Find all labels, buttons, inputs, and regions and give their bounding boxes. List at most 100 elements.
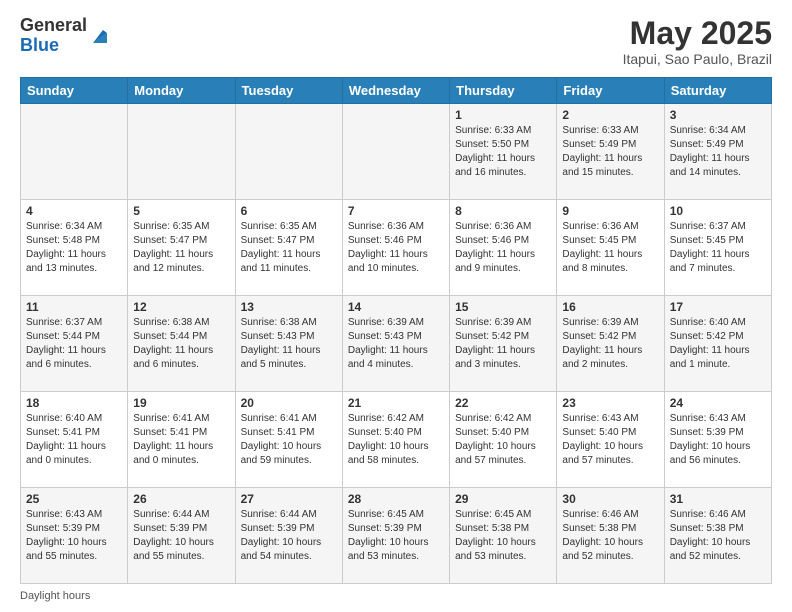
calendar-table: SundayMondayTuesdayWednesdayThursdayFrid… [20, 77, 772, 584]
logo-general: General Blue [20, 16, 87, 56]
day-number: 19 [133, 396, 229, 410]
calendar-cell: 15 Sunrise: 6:39 AM Sunset: 5:42 PM Dayli… [450, 296, 557, 392]
calendar-week-row: 18 Sunrise: 6:40 AM Sunset: 5:41 PM Dayli… [21, 392, 772, 488]
calendar-cell [21, 104, 128, 200]
day-info: Sunrise: 6:39 AM Sunset: 5:43 PM Dayligh… [348, 316, 444, 372]
calendar-cell: 2 Sunrise: 6:33 AM Sunset: 5:49 PM Daylig… [557, 104, 664, 200]
calendar-cell: 30Sunrise: 6:46 AM Sunset: 5:38 PM Dayli… [557, 488, 664, 584]
calendar-header-cell: Saturday [664, 78, 771, 104]
calendar-cell: 5 Sunrise: 6:35 AM Sunset: 5:47 PM Daylig… [128, 200, 235, 296]
day-number: 1 [455, 108, 551, 122]
calendar-cell: 11 Sunrise: 6:37 AM Sunset: 5:44 PM Dayli… [21, 296, 128, 392]
day-info: Sunrise: 6:38 AM Sunset: 5:43 PM Dayligh… [241, 316, 337, 372]
day-info: Sunrise: 6:36 AM Sunset: 5:46 PM Dayligh… [348, 220, 444, 276]
calendar-week-row: 1Sunrise: 6:33 AM Sunset: 5:50 PM Daylig… [21, 104, 772, 200]
day-number: 9 [562, 204, 658, 218]
calendar-cell: 8 Sunrise: 6:36 AM Sunset: 5:46 PM Daylig… [450, 200, 557, 296]
day-number: 21 [348, 396, 444, 410]
day-number: 31 [670, 492, 766, 506]
day-number: 4 [26, 204, 122, 218]
page: General Blue May 2025 Itapui, Sao Paulo,… [0, 0, 792, 612]
calendar-header-cell: Sunday [21, 78, 128, 104]
calendar-cell [342, 104, 449, 200]
calendar-cell: 31 Sunrise: 6:46 AM Sunset: 5:38 PM Dayli… [664, 488, 771, 584]
calendar-cell: 24Sunrise: 6:43 AM Sunset: 5:39 PM Dayli… [664, 392, 771, 488]
day-number: 23 [562, 396, 658, 410]
day-number: 30 [562, 492, 658, 506]
day-info: Sunrise: 6:39 AM Sunset: 5:42 PM Dayligh… [455, 316, 551, 372]
day-number: 27 [241, 492, 337, 506]
day-info: Sunrise: 6:38 AM Sunset: 5:44 PM Dayligh… [133, 316, 229, 372]
day-number: 14 [348, 300, 444, 314]
calendar-cell: 12 Sunrise: 6:38 AM Sunset: 5:44 PM Dayli… [128, 296, 235, 392]
day-number: 25 [26, 492, 122, 506]
day-number: 8 [455, 204, 551, 218]
calendar-cell: 29 Sunrise: 6:45 AM Sunset: 5:38 PM Dayli… [450, 488, 557, 584]
day-info: Sunrise: 6:34 AM Sunset: 5:49 PM Dayligh… [670, 124, 766, 180]
calendar-cell [235, 104, 342, 200]
day-number: 5 [133, 204, 229, 218]
day-info: Sunrise: 6:42 AM Sunset: 5:40 PM Dayligh… [348, 412, 444, 468]
calendar-cell: 3Sunrise: 6:34 AM Sunset: 5:49 PM Daylig… [664, 104, 771, 200]
calendar-week-row: 25Sunrise: 6:43 AM Sunset: 5:39 PM Dayli… [21, 488, 772, 584]
day-info: Sunrise: 6:42 AM Sunset: 5:40 PM Dayligh… [455, 412, 551, 468]
calendar-header-cell: Wednesday [342, 78, 449, 104]
calendar-cell: 27 Sunrise: 6:44 AM Sunset: 5:39 PM Dayli… [235, 488, 342, 584]
calendar-cell: 10 Sunrise: 6:37 AM Sunset: 5:45 PM Dayli… [664, 200, 771, 296]
day-info: Sunrise: 6:40 AM Sunset: 5:41 PM Dayligh… [26, 412, 122, 468]
calendar-cell: 6 Sunrise: 6:35 AM Sunset: 5:47 PM Daylig… [235, 200, 342, 296]
calendar-header-cell: Monday [128, 78, 235, 104]
title-month: May 2025 [623, 16, 772, 51]
day-info: Sunrise: 6:45 AM Sunset: 5:39 PM Dayligh… [348, 508, 444, 564]
day-info: Sunrise: 6:35 AM Sunset: 5:47 PM Dayligh… [241, 220, 337, 276]
day-info: Sunrise: 6:36 AM Sunset: 5:46 PM Dayligh… [455, 220, 551, 276]
calendar-cell: 1Sunrise: 6:33 AM Sunset: 5:50 PM Daylig… [450, 104, 557, 200]
day-info: Sunrise: 6:37 AM Sunset: 5:44 PM Dayligh… [26, 316, 122, 372]
day-number: 18 [26, 396, 122, 410]
calendar-cell: 20 Sunrise: 6:41 AM Sunset: 5:41 PM Dayli… [235, 392, 342, 488]
day-info: Sunrise: 6:40 AM Sunset: 5:42 PM Dayligh… [670, 316, 766, 372]
day-number: 6 [241, 204, 337, 218]
day-number: 11 [26, 300, 122, 314]
day-number: 26 [133, 492, 229, 506]
calendar-cell: 26 Sunrise: 6:44 AM Sunset: 5:39 PM Dayli… [128, 488, 235, 584]
day-info: Sunrise: 6:43 AM Sunset: 5:40 PM Dayligh… [562, 412, 658, 468]
day-number: 10 [670, 204, 766, 218]
calendar-cell: 19 Sunrise: 6:41 AM Sunset: 5:41 PM Dayli… [128, 392, 235, 488]
day-number: 22 [455, 396, 551, 410]
header: General Blue May 2025 Itapui, Sao Paulo,… [20, 16, 772, 67]
day-number: 15 [455, 300, 551, 314]
calendar-cell: 14 Sunrise: 6:39 AM Sunset: 5:43 PM Dayli… [342, 296, 449, 392]
day-number: 2 [562, 108, 658, 122]
day-info: Sunrise: 6:39 AM Sunset: 5:42 PM Dayligh… [562, 316, 658, 372]
day-info: Sunrise: 6:35 AM Sunset: 5:47 PM Dayligh… [133, 220, 229, 276]
day-info: Sunrise: 6:33 AM Sunset: 5:49 PM Dayligh… [562, 124, 658, 180]
day-info: Sunrise: 6:34 AM Sunset: 5:48 PM Dayligh… [26, 220, 122, 276]
calendar-cell: 21 Sunrise: 6:42 AM Sunset: 5:40 PM Dayli… [342, 392, 449, 488]
day-info: Sunrise: 6:41 AM Sunset: 5:41 PM Dayligh… [133, 412, 229, 468]
calendar-header-cell: Thursday [450, 78, 557, 104]
calendar-header-cell: Friday [557, 78, 664, 104]
calendar-cell: 17Sunrise: 6:40 AM Sunset: 5:42 PM Dayli… [664, 296, 771, 392]
day-number: 20 [241, 396, 337, 410]
day-info: Sunrise: 6:36 AM Sunset: 5:45 PM Dayligh… [562, 220, 658, 276]
day-info: Sunrise: 6:44 AM Sunset: 5:39 PM Dayligh… [241, 508, 337, 564]
calendar-cell: 9 Sunrise: 6:36 AM Sunset: 5:45 PM Daylig… [557, 200, 664, 296]
day-info: Sunrise: 6:44 AM Sunset: 5:39 PM Dayligh… [133, 508, 229, 564]
day-number: 28 [348, 492, 444, 506]
day-number: 16 [562, 300, 658, 314]
day-number: 24 [670, 396, 766, 410]
calendar-header-cell: Tuesday [235, 78, 342, 104]
logo-icon [89, 25, 111, 47]
day-number: 12 [133, 300, 229, 314]
day-info: Sunrise: 6:37 AM Sunset: 5:45 PM Dayligh… [670, 220, 766, 276]
day-info: Sunrise: 6:41 AM Sunset: 5:41 PM Dayligh… [241, 412, 337, 468]
calendar-cell [128, 104, 235, 200]
calendar-cell: 23 Sunrise: 6:43 AM Sunset: 5:40 PM Dayli… [557, 392, 664, 488]
day-info: Sunrise: 6:45 AM Sunset: 5:38 PM Dayligh… [455, 508, 551, 564]
calendar-cell: 18 Sunrise: 6:40 AM Sunset: 5:41 PM Dayli… [21, 392, 128, 488]
day-info: Sunrise: 6:46 AM Sunset: 5:38 PM Dayligh… [670, 508, 766, 564]
day-number: 13 [241, 300, 337, 314]
calendar-week-row: 11 Sunrise: 6:37 AM Sunset: 5:44 PM Dayli… [21, 296, 772, 392]
day-number: 29 [455, 492, 551, 506]
